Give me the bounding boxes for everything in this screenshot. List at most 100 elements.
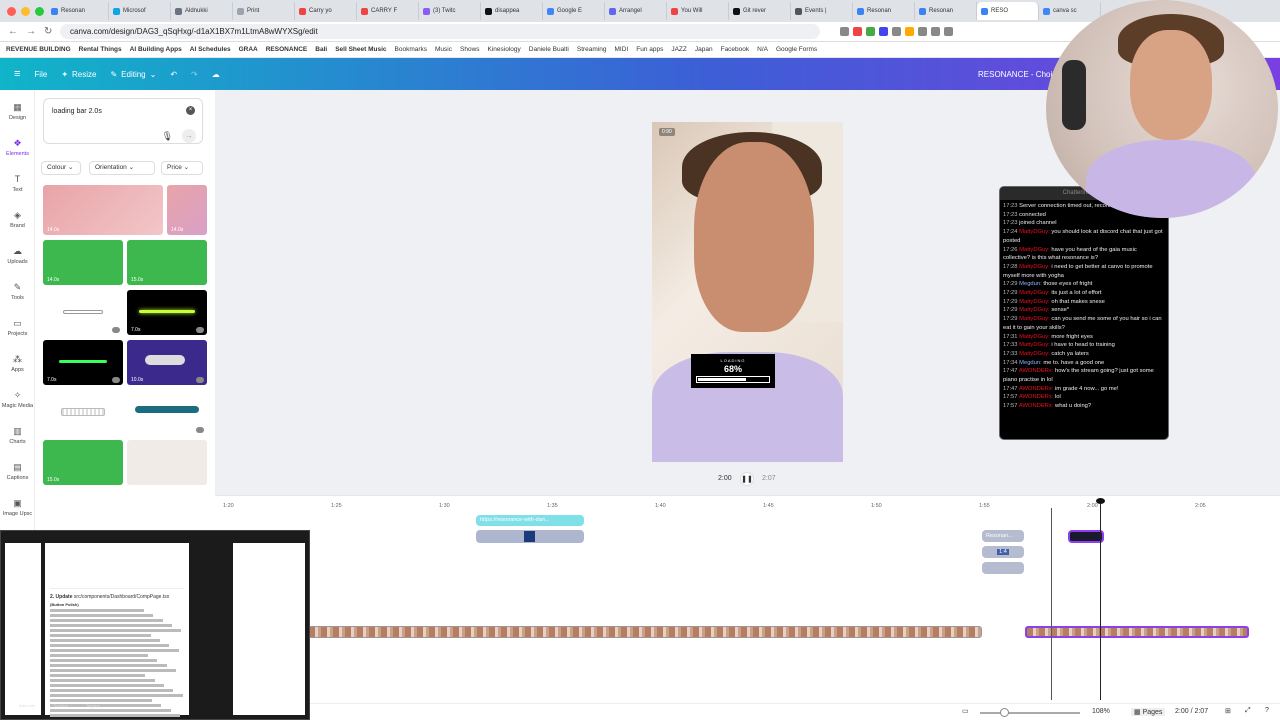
- submit-arrow-icon[interactable]: →: [182, 129, 196, 143]
- rail-item-elements[interactable]: ❖ Elements: [0, 138, 35, 157]
- timeline[interactable]: 1:20 1:25 1:30 1:35 1:40 1:45 1:50 1:55 2:00 2:05: [215, 495, 1280, 703]
- playhead-handle[interactable]: [1096, 498, 1105, 504]
- filter-orientation[interactable]: Orientation ⌄: [89, 161, 155, 175]
- zoom-slider-handle[interactable]: [1000, 708, 1009, 717]
- element-thumbnail[interactable]: 7.0s: [43, 290, 123, 335]
- bookmark-item[interactable]: Google Forms: [776, 46, 817, 53]
- playhead[interactable]: [1096, 498, 1105, 700]
- bookmark-item[interactable]: JAZZ: [671, 46, 687, 53]
- chat-username[interactable]: MattyDGuy:: [1019, 307, 1050, 313]
- pages-button[interactable]: ▦ Pages: [1131, 708, 1166, 716]
- bookmark-item[interactable]: Bookmarks: [395, 46, 428, 53]
- editing-mode-dropdown[interactable]: ✎ Editing ⌄: [110, 70, 156, 79]
- microphone-icon[interactable]: 🎙: [162, 131, 173, 142]
- rail-item-tools[interactable]: ✎ Tools: [0, 282, 35, 301]
- shape-clip[interactable]: [982, 562, 1024, 574]
- chat-username[interactable]: MattyDGuy:: [1019, 351, 1050, 357]
- element-thumbnail[interactable]: 10.0s: [127, 340, 207, 385]
- element-clip[interactable]: [476, 530, 584, 543]
- search-input[interactable]: loading bar 2.0s: [52, 108, 102, 115]
- browser-tab[interactable]: Carry yo: [295, 2, 357, 20]
- element-thumbnail[interactable]: [127, 440, 207, 485]
- chat-username[interactable]: AWONDERx:: [1019, 386, 1054, 392]
- doc-footer-item[interactable]: Timeline: [53, 703, 68, 708]
- element-thumbnail[interactable]: 7.0s: [127, 290, 207, 335]
- element-thumbnail[interactable]: 14.0s: [43, 240, 123, 285]
- chat-username[interactable]: MattyDGuy:: [1019, 264, 1050, 270]
- minimize-window-button[interactable]: [21, 6, 30, 16]
- bookmark-item[interactable]: GRAA: [239, 46, 258, 53]
- chat-username[interactable]: MattyDGuy:: [1019, 247, 1050, 253]
- doc-footer-item[interactable]: Tagging: [86, 703, 100, 708]
- cloud-sync-icon[interactable]: ☁: [212, 70, 220, 79]
- browser-tab[interactable]: Resonan: [915, 2, 977, 20]
- link-clip[interactable]: https://resonance-with-dan...: [476, 515, 584, 526]
- rail-item-projects[interactable]: ▭ Projects: [0, 318, 35, 337]
- browser-tab[interactable]: Aldnukki: [171, 2, 233, 20]
- element-thumbnail[interactable]: 15.0s: [127, 240, 207, 285]
- url-input[interactable]: canva.com/design/DAG3_qSqHxg/-d1aX1BX7m1…: [60, 24, 820, 39]
- bookmark-item[interactable]: Daniele Bualti: [529, 46, 569, 53]
- browser-tab[interactable]: Events |: [791, 2, 853, 20]
- browser-tab[interactable]: Microsof: [109, 2, 171, 20]
- chat-username[interactable]: AWONDERx:: [1019, 368, 1054, 374]
- window-controls[interactable]: [7, 6, 47, 16]
- bookmark-item[interactable]: AI Building Apps: [130, 46, 182, 53]
- back-icon[interactable]: ←: [8, 26, 18, 37]
- bookmark-item[interactable]: Kinesiology: [488, 46, 521, 53]
- browser-tab[interactable]: CARRY F: [357, 2, 419, 20]
- chat-username[interactable]: Megdun:: [1019, 281, 1042, 287]
- element-thumbnail[interactable]: 15.0s: [43, 440, 123, 485]
- element-thumbnail[interactable]: 14.0s: [43, 185, 163, 235]
- browser-tab[interactable]: Print: [233, 2, 295, 20]
- file-menu[interactable]: File: [34, 70, 47, 79]
- browser-tab[interactable]: Google E: [543, 2, 605, 20]
- bookmark-item[interactable]: Fun apps: [636, 46, 663, 53]
- chat-username[interactable]: MattyDGuy:: [1019, 342, 1050, 348]
- redo-icon[interactable]: ↷: [191, 70, 198, 79]
- browser-tab[interactable]: Git rever: [729, 2, 791, 20]
- chat-username[interactable]: MattyDGuy:: [1019, 316, 1050, 322]
- rail-item-brand[interactable]: ◈ Brand: [0, 210, 35, 229]
- text-clip[interactable]: Resonan...: [982, 530, 1024, 542]
- fullscreen-icon[interactable]: ⤢: [1245, 707, 1251, 715]
- rail-item-captions[interactable]: ▤ Captions: [0, 462, 35, 481]
- element-thumbnail[interactable]: 7.0s: [127, 390, 207, 435]
- search-box[interactable]: loading bar 2.0s × 🎙 →: [43, 98, 203, 144]
- rail-item-apps[interactable]: ⁂ Apps: [0, 354, 35, 373]
- rail-item-design[interactable]: ▦ Design: [0, 102, 35, 121]
- bookmark-item[interactable]: Bali: [315, 46, 327, 53]
- selected-loading-bar-clip[interactable]: [1068, 530, 1104, 543]
- rail-item-charts[interactable]: ▥ Charts: [0, 426, 35, 445]
- rail-item-image-upsc[interactable]: ▣ Image Upsc: [0, 498, 35, 517]
- rail-item-magic-media[interactable]: ✧ Magic Media: [0, 390, 35, 409]
- zoom-slider[interactable]: [980, 708, 1080, 717]
- loading-bar-element[interactable]: LOADING 68%: [691, 354, 775, 388]
- filter-price[interactable]: Price ⌄: [161, 161, 203, 175]
- bookmark-item[interactable]: AI Schedules: [190, 46, 231, 53]
- element-thumbnail[interactable]: 10.0s: [43, 390, 123, 435]
- resize-button[interactable]: ✦ Resize: [61, 70, 96, 79]
- chat-username[interactable]: AWONDERx:: [1019, 394, 1054, 400]
- video-track-clip-2[interactable]: [1025, 626, 1249, 638]
- close-window-button[interactable]: [7, 6, 16, 16]
- browser-tab[interactable]: canva sc: [1039, 2, 1101, 20]
- browser-tab[interactable]: Arrangel: [605, 2, 667, 20]
- clear-search-icon[interactable]: ×: [186, 106, 195, 115]
- bookmark-item[interactable]: Music: [435, 46, 452, 53]
- forward-icon[interactable]: →: [26, 26, 36, 37]
- maximize-window-button[interactable]: [35, 6, 44, 16]
- browser-tab[interactable]: Resonan: [47, 2, 109, 20]
- grid-view-icon[interactable]: ⊞: [1225, 707, 1231, 715]
- chat-window[interactable]: Chatterino 2.5.3 17:23 Server connection…: [999, 186, 1169, 440]
- rail-item-text[interactable]: T Text: [0, 174, 35, 193]
- undo-icon[interactable]: ↶: [170, 70, 177, 79]
- chat-username[interactable]: AWONDERx:: [1019, 403, 1054, 409]
- notes-icon[interactable]: ▭: [962, 707, 969, 715]
- bookmark-item[interactable]: Rental Things: [79, 46, 122, 53]
- bookmark-item[interactable]: Japan: [695, 46, 713, 53]
- browser-tab[interactable]: Resonan: [853, 2, 915, 20]
- bookmark-item[interactable]: N/A: [757, 46, 768, 53]
- chat-username[interactable]: MattyDGuy:: [1019, 290, 1050, 296]
- reload-icon[interactable]: ↻: [44, 26, 52, 37]
